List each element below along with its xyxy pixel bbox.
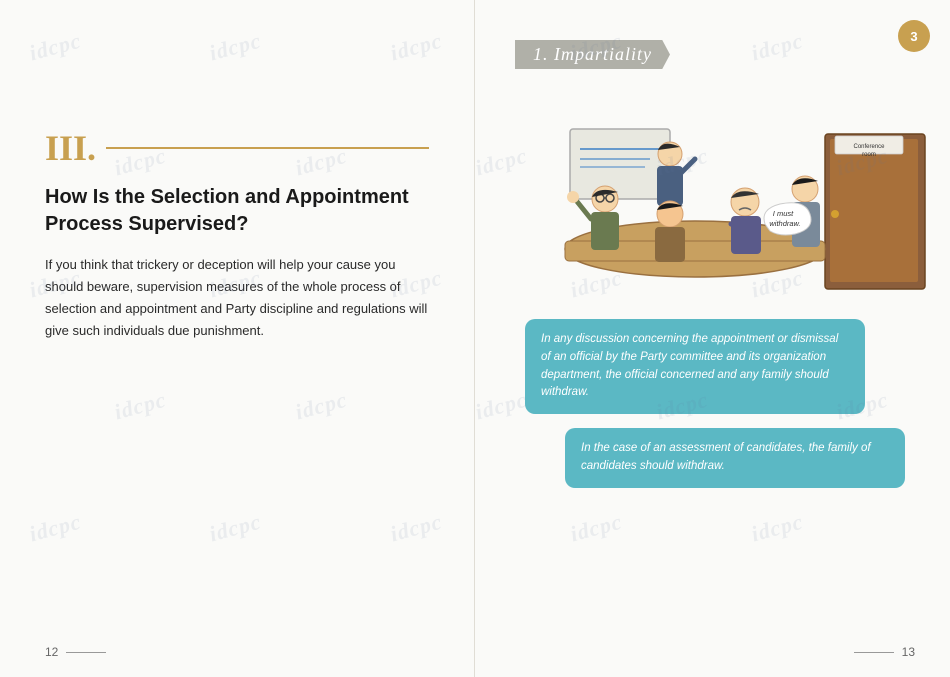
section-label: 1. Impartiality xyxy=(515,40,670,69)
svg-text:Conference: Conference xyxy=(853,144,885,150)
chapter-heading: III. xyxy=(45,130,429,166)
illustration-svg: Conference room xyxy=(515,94,935,304)
heading-line xyxy=(106,147,429,149)
bubble-container: In any discussion concerning the appoint… xyxy=(515,319,915,488)
bubble-2: In the case of an assessment of candidat… xyxy=(565,428,905,488)
page-badge: 3 xyxy=(898,20,930,52)
svg-text:room: room xyxy=(862,152,876,158)
svg-text:withdraw.: withdraw. xyxy=(769,219,800,228)
roman-numeral: III. xyxy=(45,130,96,166)
svg-text:I must: I must xyxy=(773,209,794,218)
page-spread: idcpc idcpc idcpc idcpc idcpc idcpc idcp… xyxy=(0,0,950,677)
section-title: How Is the Selection and Appointment Pro… xyxy=(45,184,429,238)
bubble-1: In any discussion concerning the appoint… xyxy=(525,319,865,414)
section-body: If you think that trickery or deception … xyxy=(45,254,429,342)
page-number-left: 12 xyxy=(45,645,106,659)
left-page: III. How Is the Selection and Appointmen… xyxy=(0,0,475,677)
section-header: 1. Impartiality xyxy=(515,40,915,69)
page-number-right: 13 xyxy=(854,645,915,659)
right-page: 3 1. Impartiality Conference room xyxy=(475,0,950,677)
conference-illustration: Conference room xyxy=(515,94,915,314)
